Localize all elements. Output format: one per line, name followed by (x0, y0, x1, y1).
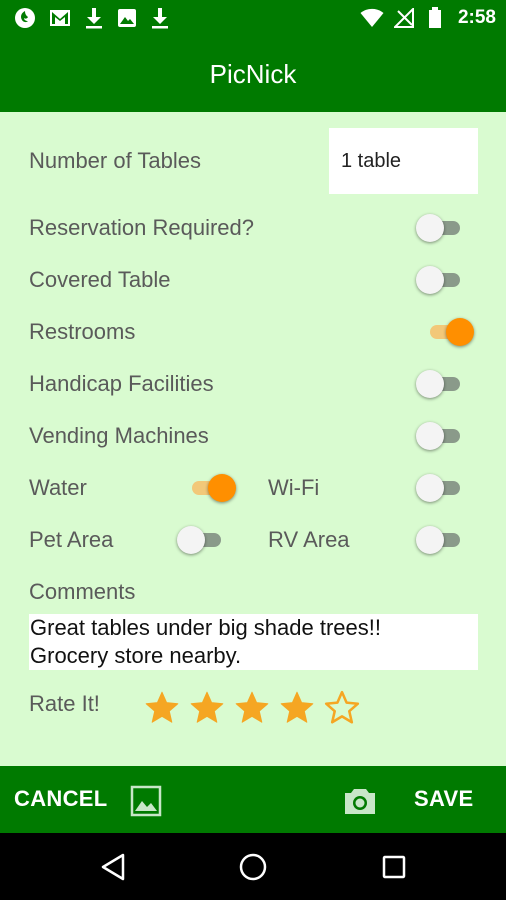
star-filled-icon[interactable] (274, 686, 319, 730)
recents-icon[interactable] (377, 850, 411, 884)
handicap-label: Handicap Facilities (29, 371, 214, 396)
pet-area-label: Pet Area (29, 527, 114, 552)
download-icon (148, 6, 172, 30)
switch-thumb (416, 526, 444, 554)
switch-thumb (177, 526, 205, 554)
rv-area-switch[interactable] (416, 524, 466, 554)
water-label: Water (29, 475, 87, 500)
tables-input[interactable]: 1 table (329, 128, 478, 194)
reservation-label: Reservation Required? (29, 215, 255, 240)
image-icon (115, 6, 139, 30)
back-icon[interactable] (96, 850, 130, 884)
system-nav-bar (0, 833, 506, 900)
reservation-switch[interactable] (416, 212, 466, 242)
status-time: 2:58 (457, 7, 496, 28)
switch-thumb (416, 422, 444, 450)
switch-thumb (208, 474, 236, 502)
handicap-switch[interactable] (416, 368, 466, 398)
firefox-icon (13, 6, 37, 30)
gallery-icon[interactable] (129, 784, 163, 818)
home-icon[interactable] (236, 850, 270, 884)
gmail-icon (48, 6, 72, 30)
rate-label: Rate It! (29, 691, 100, 716)
download-icon (82, 6, 106, 30)
wifi-switch[interactable] (416, 472, 466, 502)
switch-thumb (416, 214, 444, 242)
no-signal-icon (392, 6, 416, 30)
pet-area-switch[interactable] (177, 524, 227, 554)
cancel-button[interactable]: CANCEL (14, 786, 107, 812)
star-filled-icon[interactable] (184, 686, 229, 730)
covered-table-label: Covered Table (29, 267, 171, 292)
status-bar: 2:58 (0, 0, 506, 36)
picnic-form: Number of Tables 1 table Reservation Req… (0, 112, 506, 766)
camera-icon[interactable] (343, 784, 377, 818)
restrooms-label: Restrooms (29, 319, 136, 344)
water-switch[interactable] (186, 472, 236, 502)
restrooms-switch[interactable] (424, 316, 474, 346)
star-empty-icon[interactable] (319, 686, 364, 730)
star-filled-icon[interactable] (139, 686, 184, 730)
switch-thumb (416, 370, 444, 398)
star-filled-icon[interactable] (229, 686, 274, 730)
comments-input[interactable]: Great tables under big shade trees!! Gro… (29, 614, 478, 670)
comments-label: Comments (29, 579, 136, 604)
action-bar: CANCEL SAVE (0, 766, 506, 833)
switch-thumb (416, 474, 444, 502)
app-title: PicNick (209, 58, 297, 89)
tables-label: Number of Tables (29, 148, 202, 173)
rv-area-label: RV Area (268, 527, 350, 552)
covered-table-switch[interactable] (416, 264, 466, 294)
rating-bar[interactable] (139, 686, 364, 730)
vending-switch[interactable] (416, 420, 466, 450)
save-button[interactable]: SAVE (414, 786, 473, 812)
app-bar: PicNick (0, 36, 506, 112)
switch-thumb (446, 318, 474, 346)
switch-thumb (416, 266, 444, 294)
wifi-icon (360, 6, 384, 30)
wifi-label: Wi-Fi (268, 475, 320, 500)
vending-label: Vending Machines (29, 423, 209, 448)
battery-icon (423, 6, 447, 30)
